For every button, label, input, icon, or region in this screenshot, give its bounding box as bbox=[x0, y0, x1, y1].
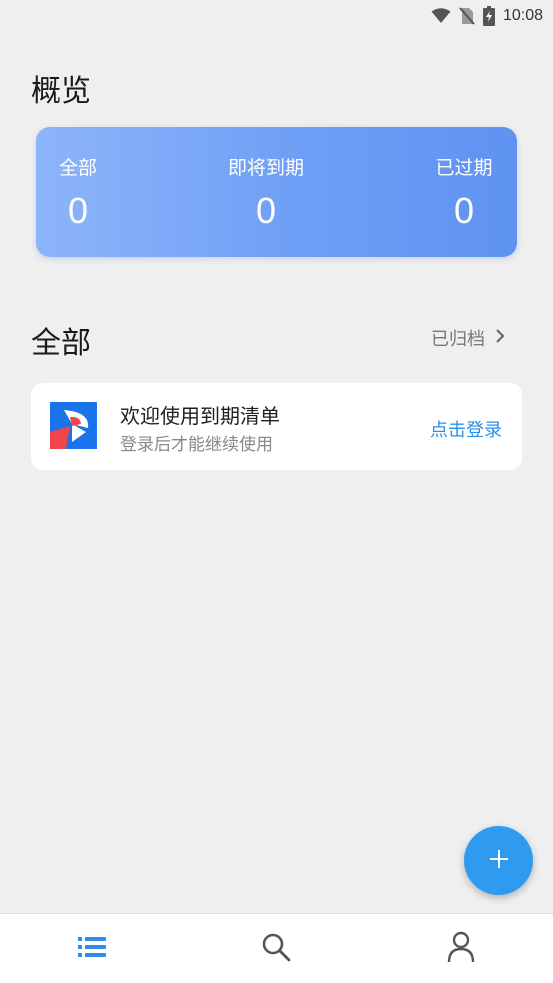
add-item-button[interactable] bbox=[464, 826, 533, 895]
overview-card: 全部 0 即将到期 0 已过期 0 bbox=[36, 127, 517, 257]
stat-all-label: 全部 bbox=[58, 157, 97, 179]
profile-icon bbox=[447, 931, 475, 967]
stat-all[interactable]: 全部 0 bbox=[58, 153, 98, 232]
wifi-icon bbox=[431, 8, 451, 24]
bottom-nav bbox=[0, 913, 553, 983]
list-icon bbox=[78, 935, 107, 963]
welcome-title: 欢迎使用到期清单 bbox=[120, 404, 280, 428]
stat-all-value: 0 bbox=[67, 190, 89, 231]
list-section-title: 全部 bbox=[31, 326, 91, 361]
login-link[interactable]: 点击登录 bbox=[430, 416, 502, 442]
status-bar: 10:08 bbox=[0, 0, 553, 32]
archive-link[interactable]: 已归档 bbox=[431, 325, 505, 351]
nav-item-search[interactable] bbox=[216, 914, 336, 983]
stat-expiring-soon-label: 即将到期 bbox=[227, 157, 304, 179]
stat-expired-label: 已过期 bbox=[435, 157, 493, 179]
stat-expired-value: 0 bbox=[453, 190, 475, 231]
stat-expiring-soon[interactable]: 即将到期 0 bbox=[225, 153, 307, 232]
status-time: 10:08 bbox=[502, 7, 543, 24]
archive-label: 已归档 bbox=[431, 329, 485, 350]
welcome-subtitle: 登录后才能继续使用 bbox=[120, 435, 273, 455]
stat-expiring-soon-value: 0 bbox=[255, 190, 277, 231]
search-icon bbox=[261, 932, 291, 966]
stat-expired[interactable]: 已过期 0 bbox=[434, 153, 494, 232]
nav-item-profile[interactable] bbox=[401, 914, 521, 983]
overview-title: 概览 bbox=[31, 74, 91, 109]
welcome-card[interactable]: 欢迎使用到期清单 登录后才能继续使用 点击登录 bbox=[31, 383, 522, 470]
plus-icon bbox=[488, 848, 510, 874]
battery-charging-icon bbox=[482, 6, 495, 26]
app-screen: 10:08 概览 全部 0 即将到期 0 已过期 0 全部 已归档 欢迎使用到期… bbox=[0, 0, 553, 983]
no-sim-icon bbox=[459, 7, 475, 25]
chevron-right-icon bbox=[495, 328, 505, 349]
app-logo-icon bbox=[50, 402, 97, 449]
nav-item-list[interactable] bbox=[32, 914, 152, 983]
